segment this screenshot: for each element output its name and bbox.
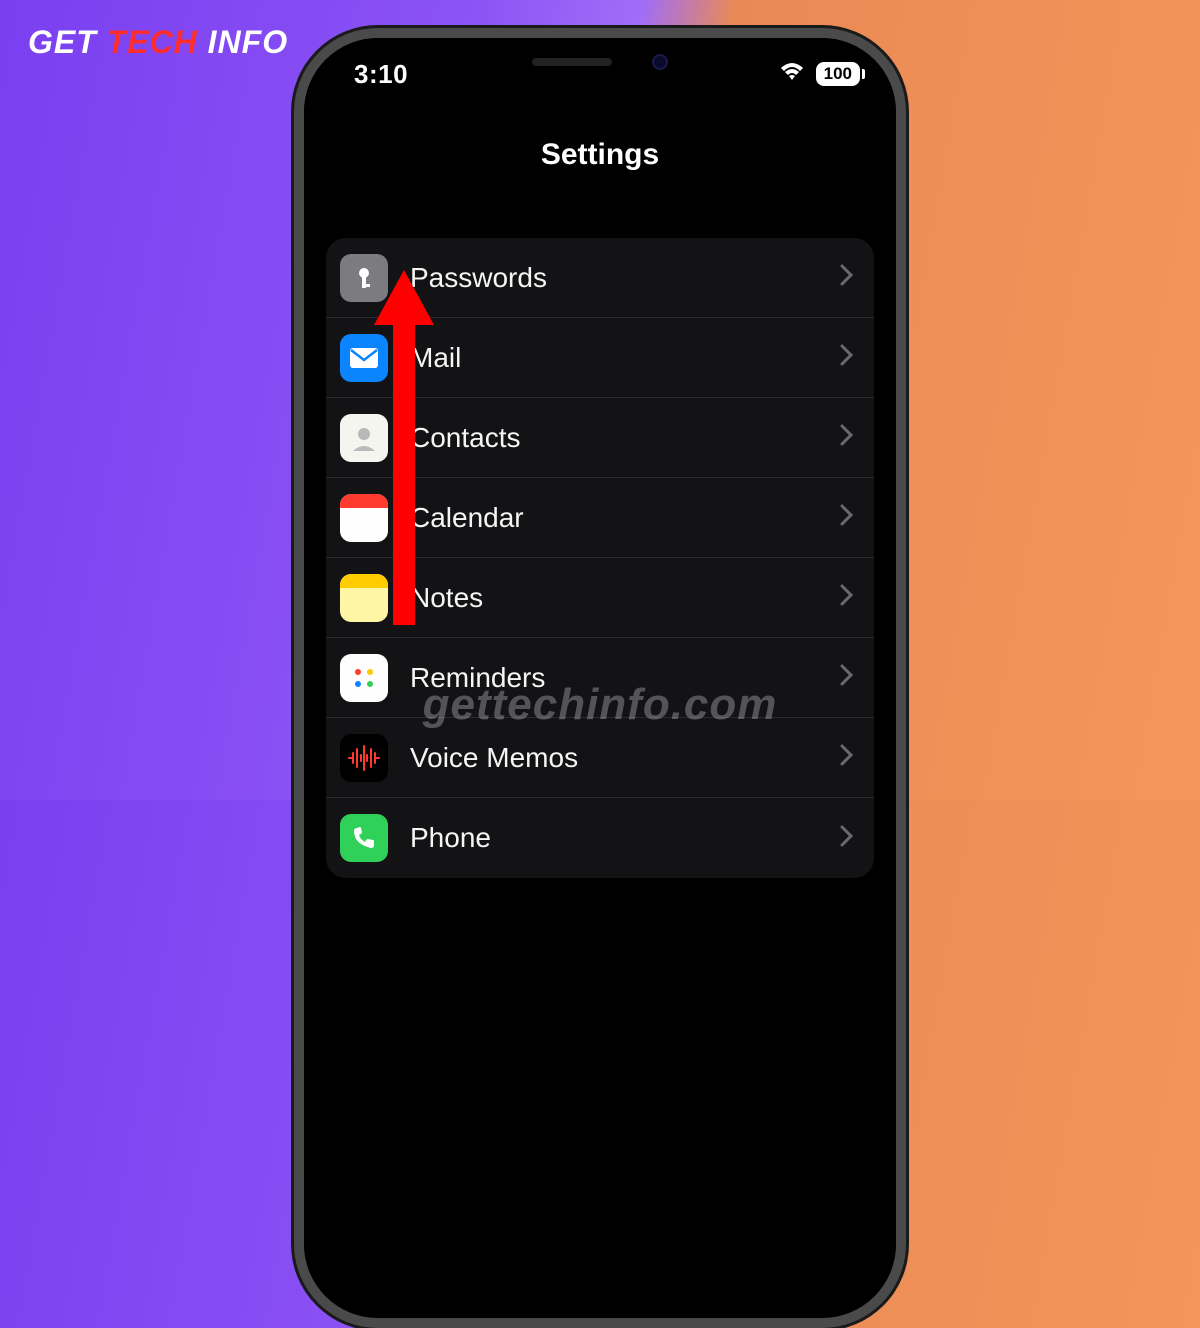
notch bbox=[465, 38, 735, 86]
settings-row-reminders[interactable]: Reminders bbox=[326, 638, 874, 718]
chevron-right-icon bbox=[840, 424, 854, 451]
row-label: Contacts bbox=[388, 422, 840, 454]
settings-list[interactable]: Passwords Mail Contacts Calendar bbox=[326, 238, 874, 878]
brand-logo: GET TECH INFO bbox=[28, 24, 288, 61]
row-label: Notes bbox=[388, 582, 840, 614]
chevron-right-icon bbox=[840, 825, 854, 852]
status-time: 3:10 bbox=[354, 59, 408, 90]
battery-level: 100 bbox=[824, 64, 852, 84]
chevron-right-icon bbox=[840, 504, 854, 531]
row-label: Mail bbox=[388, 342, 840, 374]
reminders-icon bbox=[340, 654, 388, 702]
chevron-right-icon bbox=[840, 664, 854, 691]
settings-row-voice-memos[interactable]: Voice Memos bbox=[326, 718, 874, 798]
page-title: Settings bbox=[304, 138, 896, 172]
chevron-right-icon bbox=[840, 584, 854, 611]
phone-screen: 3:10 100 Settings Passwords bbox=[304, 38, 896, 1318]
chevron-right-icon bbox=[840, 744, 854, 771]
wifi-icon bbox=[778, 61, 806, 88]
earpiece-speaker bbox=[532, 58, 612, 66]
row-label: Calendar bbox=[388, 502, 840, 534]
settings-row-phone[interactable]: Phone bbox=[326, 798, 874, 878]
contacts-icon bbox=[340, 414, 388, 462]
front-camera bbox=[652, 54, 668, 70]
calendar-icon bbox=[340, 494, 388, 542]
chevron-right-icon bbox=[840, 264, 854, 291]
voice-memos-icon bbox=[340, 734, 388, 782]
settings-row-calendar[interactable]: Calendar bbox=[326, 478, 874, 558]
brand-part-3: INFO bbox=[208, 24, 288, 60]
battery-indicator: 100 bbox=[816, 62, 860, 86]
row-label: Passwords bbox=[388, 262, 840, 294]
mail-icon bbox=[340, 334, 388, 382]
row-label: Voice Memos bbox=[388, 742, 840, 774]
brand-part-1: GET bbox=[28, 24, 107, 60]
phone-frame: 3:10 100 Settings Passwords bbox=[294, 28, 906, 1328]
notes-icon bbox=[340, 574, 388, 622]
row-label: Phone bbox=[388, 822, 840, 854]
settings-row-mail[interactable]: Mail bbox=[326, 318, 874, 398]
settings-row-contacts[interactable]: Contacts bbox=[326, 398, 874, 478]
brand-part-2: TECH bbox=[107, 24, 208, 60]
settings-row-notes[interactable]: Notes bbox=[326, 558, 874, 638]
key-icon bbox=[340, 254, 388, 302]
phone-icon bbox=[340, 814, 388, 862]
row-label: Reminders bbox=[388, 662, 840, 694]
settings-row-passwords[interactable]: Passwords bbox=[326, 238, 874, 318]
chevron-right-icon bbox=[840, 344, 854, 371]
